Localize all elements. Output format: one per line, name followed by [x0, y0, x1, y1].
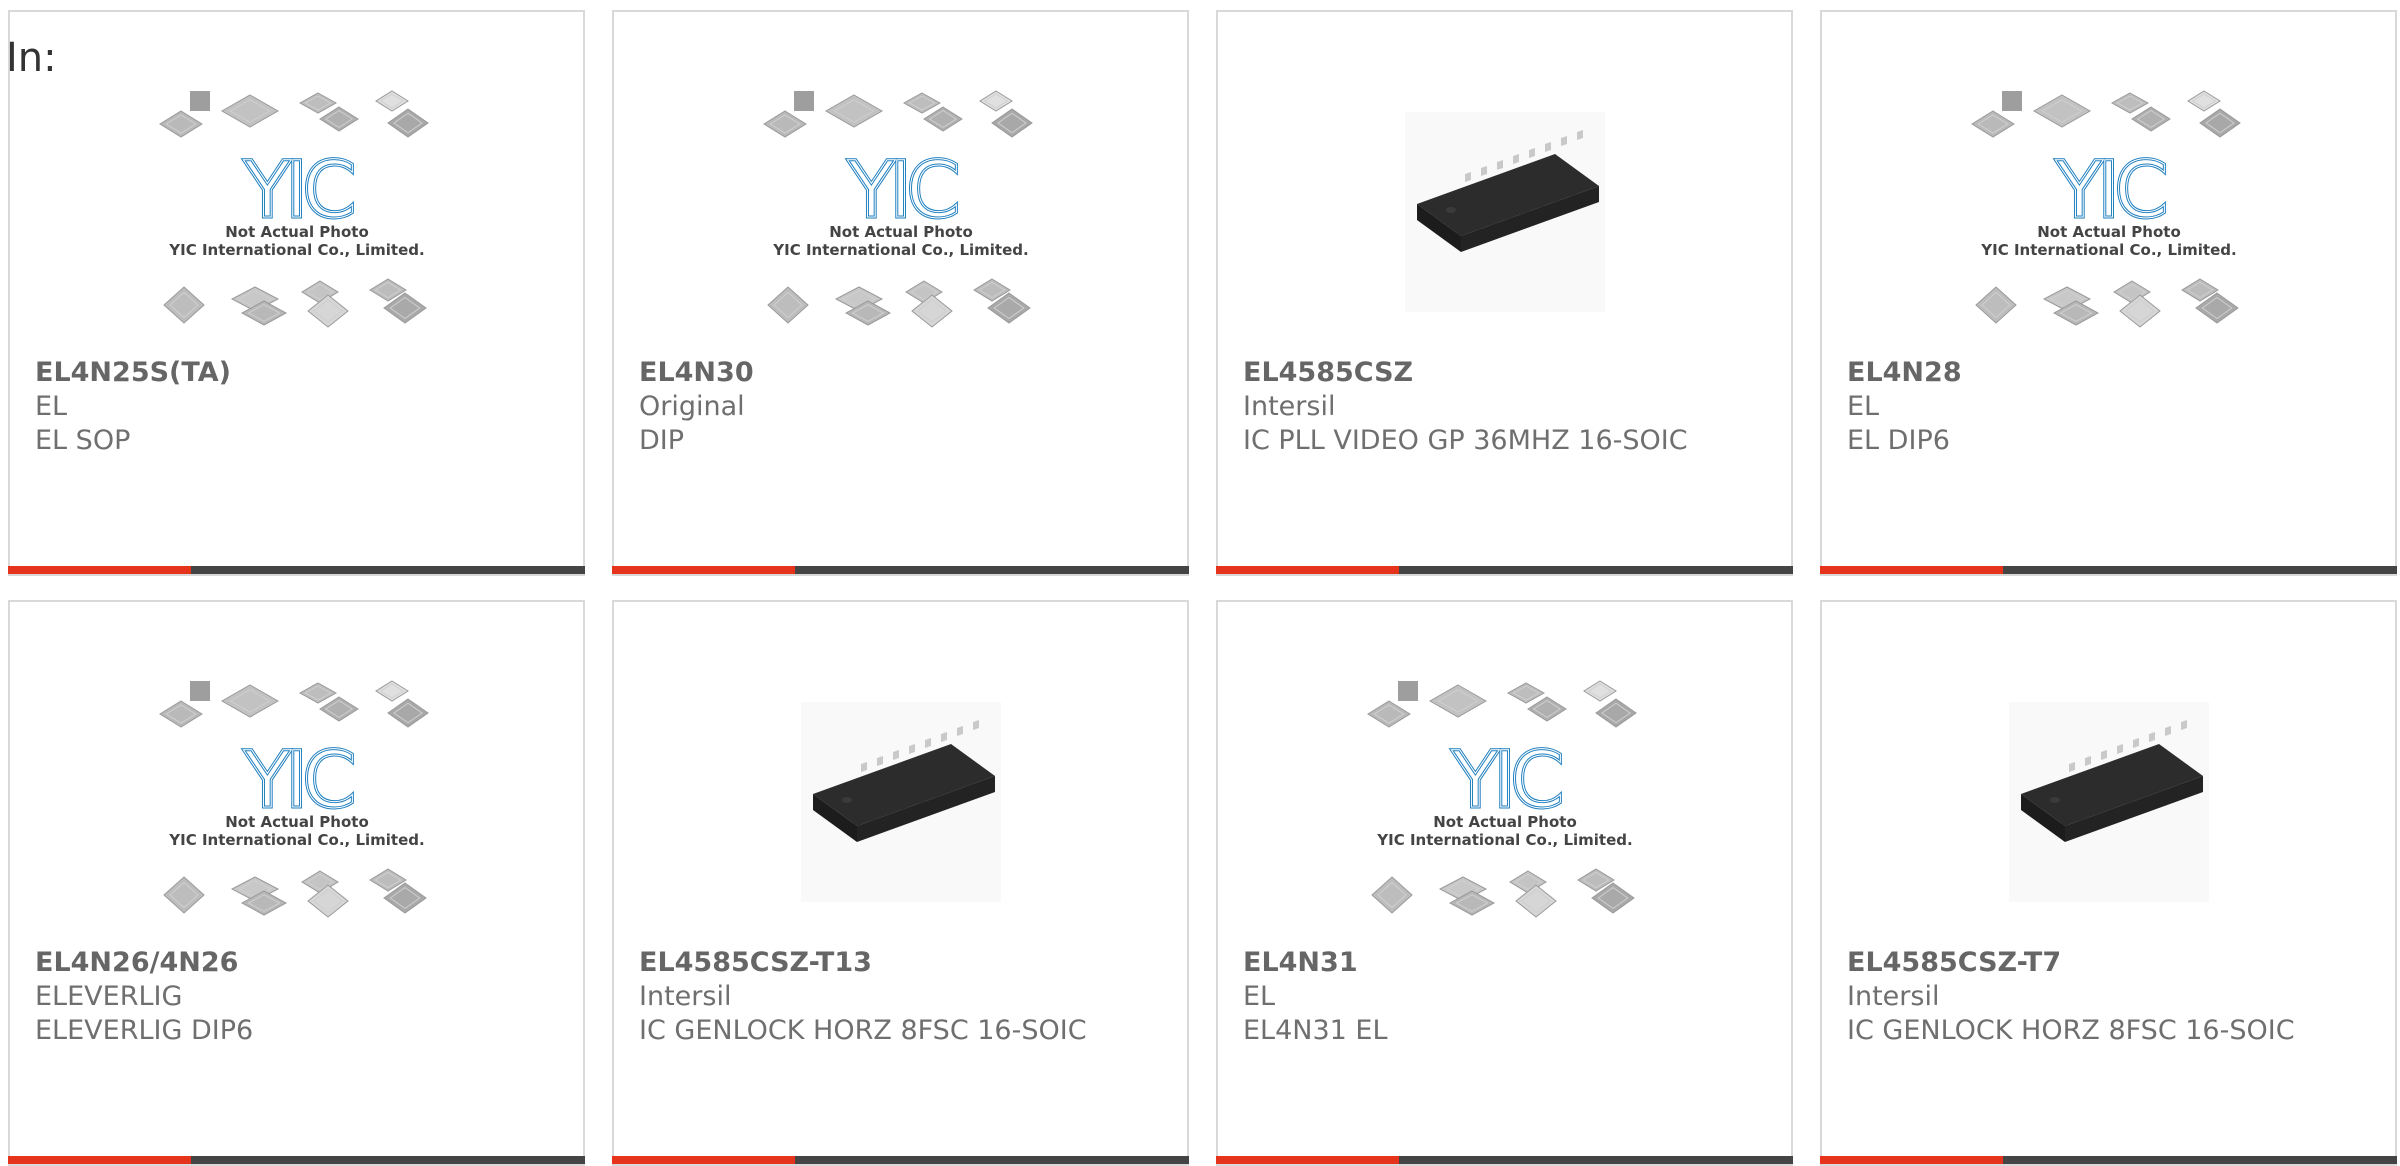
svg-text:Not Actual Photo: Not Actual Photo — [225, 223, 369, 241]
svg-text:YIC International Co., Limited: YIC International Co., Limited. — [1376, 831, 1632, 849]
card-bottom-bar — [612, 1156, 1189, 1164]
brand: EL — [35, 391, 68, 422]
brand: EL — [1847, 391, 1880, 422]
product-image[interactable]: YIC YIC Not Actual Photo YIC International … — [1218, 652, 1791, 952]
description: EL4N31 EL — [1243, 1015, 1388, 1046]
part-number[interactable]: EL4585CSZ — [1243, 356, 1781, 390]
placeholder-image: YICYICNot Actual PhotoYIC International … — [1366, 680, 1637, 918]
product-image[interactable]: YIC YIC Not Actual Photo YIC International … — [1822, 62, 2395, 362]
soic-chip-image — [2008, 702, 2209, 902]
card-accent-bar — [612, 1156, 795, 1164]
card-accent-bar — [8, 566, 191, 574]
part-number[interactable]: EL4585CSZ-T7 — [1847, 946, 2385, 980]
card-bottom-bar — [612, 566, 1189, 574]
part-number[interactable]: EL4N30 — [639, 356, 1177, 390]
description: ELEVERLIG DIP6 — [35, 1015, 254, 1046]
product-card[interactable]: YIC YIC Not Actual Photo YIC International … — [612, 10, 1189, 576]
svg-text:Not Actual Photo: Not Actual Photo — [2037, 223, 2181, 241]
description: DIP — [639, 425, 685, 456]
svg-text:Not Actual Photo: Not Actual Photo — [829, 223, 973, 241]
svg-text:Not Actual Photo: Not Actual Photo — [225, 813, 369, 831]
brand: Original — [639, 391, 745, 422]
svg-text:Not Actual Photo: Not Actual Photo — [1433, 813, 1577, 831]
card-accent-bar — [8, 1156, 191, 1164]
description: IC GENLOCK HORZ 8FSC 16-SOIC — [639, 1015, 1087, 1046]
product-card[interactable]: YIC YIC Not Actual Photo YIC International … — [8, 10, 585, 576]
svg-text:YIC International Co., Limited: YIC International Co., Limited. — [168, 241, 424, 259]
part-number[interactable]: EL4N31 — [1243, 946, 1781, 980]
card-accent-bar — [612, 566, 795, 574]
product-card[interactable]: EL4585CSZ-T7 Intersil IC GENLOCK HORZ 8F… — [1820, 600, 2397, 1166]
placeholder-image: YICYICNot Actual PhotoYIC International … — [1970, 90, 2241, 328]
card-bottom-bar — [8, 566, 585, 574]
brand: Intersil — [1847, 981, 1940, 1012]
card-accent-bar — [1820, 566, 2003, 574]
description: EL SOP — [35, 425, 131, 456]
product-card[interactable]: YIC YIC Not Actual Photo YIC International … — [8, 600, 585, 1166]
product-image[interactable]: YIC YIC Not Actual Photo YIC International … — [614, 62, 1187, 362]
placeholder-image: YICYICNot Actual PhotoYIC International … — [158, 680, 429, 918]
card-bottom-bar — [1216, 566, 1793, 574]
product-image[interactable]: YIC YIC Not Actual Photo YIC International … — [10, 62, 583, 362]
product-grid: YIC YIC Not Actual Photo YIC International … — [0, 0, 2400, 1166]
svg-text:YIC International Co., Limited: YIC International Co., Limited. — [1980, 241, 2236, 259]
part-number[interactable]: EL4585CSZ-T13 — [639, 946, 1177, 980]
placeholder-image: YICYICNot Actual PhotoYIC International … — [762, 90, 1033, 328]
product-image[interactable] — [614, 652, 1187, 952]
brand: EL — [1243, 981, 1276, 1012]
product-card[interactable]: YIC YIC Not Actual Photo YIC International … — [1216, 600, 1793, 1166]
soic-chip-image — [1404, 112, 1605, 312]
part-number[interactable]: EL4N28 — [1847, 356, 2385, 390]
description: EL DIP6 — [1847, 425, 1950, 456]
soic-chip-image — [800, 702, 1001, 902]
brand: Intersil — [1243, 391, 1336, 422]
product-card[interactable]: YIC YIC Not Actual Photo YIC International … — [1820, 10, 2397, 576]
product-image[interactable]: YIC YIC Not Actual Photo YIC International … — [10, 652, 583, 952]
product-image[interactable] — [1218, 62, 1791, 362]
part-number[interactable]: EL4N25S(TA) — [35, 356, 573, 390]
svg-text:YIC International Co., Limited: YIC International Co., Limited. — [168, 831, 424, 849]
card-accent-bar — [1216, 566, 1399, 574]
card-bottom-bar — [1820, 566, 2397, 574]
card-bottom-bar — [8, 1156, 585, 1164]
product-image[interactable] — [1822, 652, 2395, 952]
card-bottom-bar — [1216, 1156, 1793, 1164]
description: IC GENLOCK HORZ 8FSC 16-SOIC — [1847, 1015, 2295, 1046]
card-accent-bar — [1216, 1156, 1399, 1164]
product-card[interactable]: EL4585CSZ-T13 Intersil IC GENLOCK HORZ 8… — [612, 600, 1189, 1166]
brand: Intersil — [639, 981, 732, 1012]
description: IC PLL VIDEO GP 36MHZ 16-SOIC — [1243, 425, 1688, 456]
placeholder-image: YICYICNot Actual PhotoYIC International … — [158, 90, 429, 328]
search-prefix-label: In: — [6, 35, 57, 81]
product-card[interactable]: EL4585CSZ Intersil IC PLL VIDEO GP 36MHZ… — [1216, 10, 1793, 576]
svg-text:YIC International Co., Limited: YIC International Co., Limited. — [772, 241, 1028, 259]
card-accent-bar — [1820, 1156, 2003, 1164]
brand: ELEVERLIG — [35, 981, 183, 1012]
card-bottom-bar — [1820, 1156, 2397, 1164]
part-number[interactable]: EL4N26/4N26 — [35, 946, 573, 980]
